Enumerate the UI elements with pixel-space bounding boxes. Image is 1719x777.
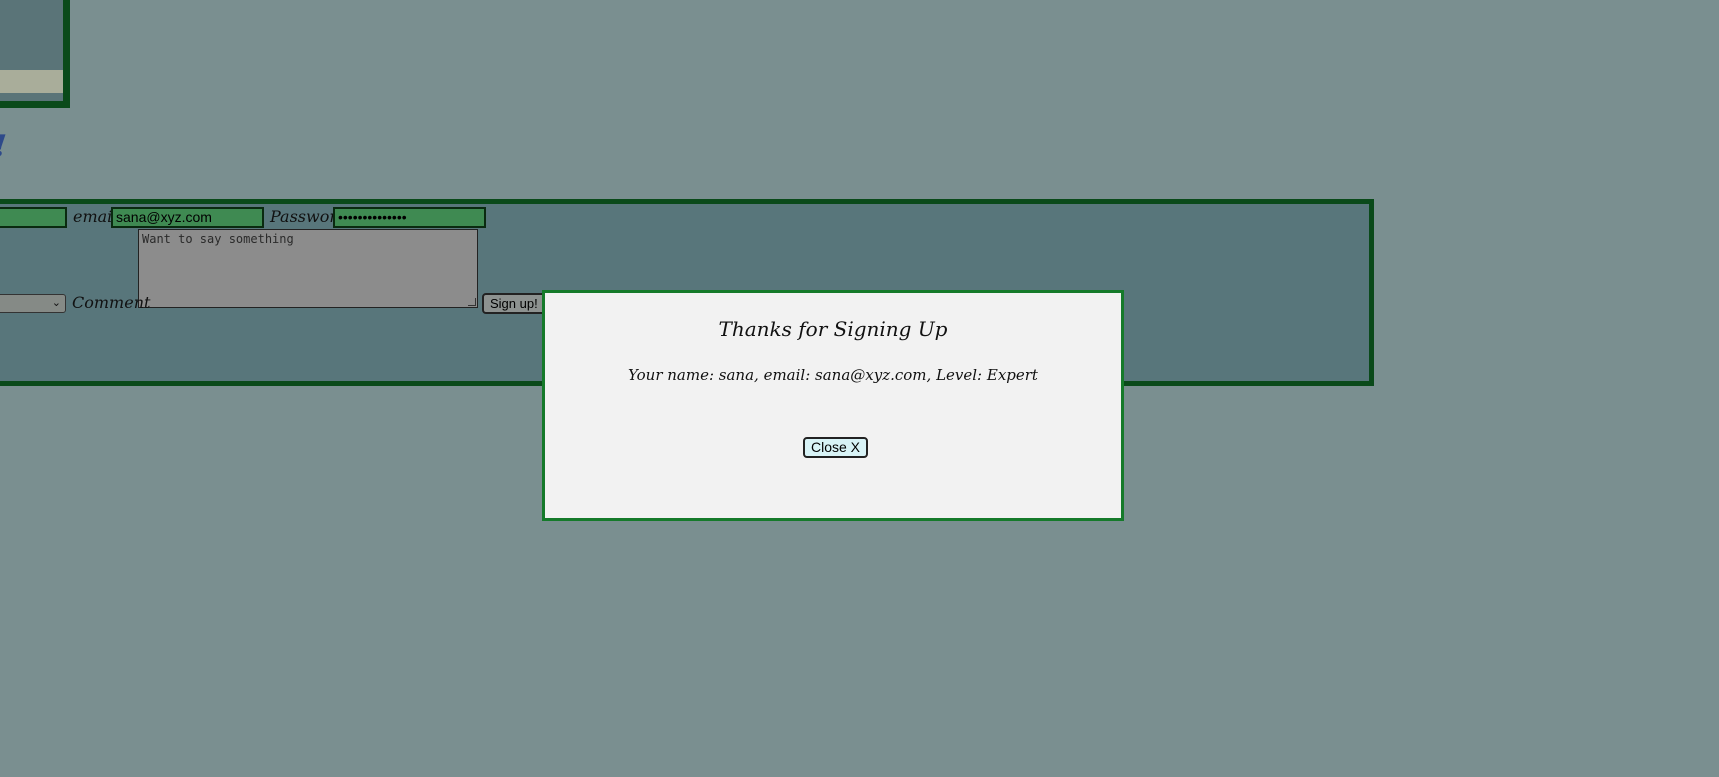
comment-textarea[interactable]: Want to say something	[138, 229, 478, 308]
modal-message: Your name: sana, email: sana@xyz.com, Le…	[628, 366, 1038, 384]
signup-confirmation-modal: Thanks for Signing Up Your name: sana, e…	[542, 290, 1124, 521]
level-select[interactable]: ⌄	[0, 294, 66, 313]
header-image-stripe	[0, 70, 63, 93]
modal-title: Thanks for Signing Up	[718, 317, 948, 341]
page-heading: !	[0, 132, 7, 162]
header-image-frame	[0, 0, 70, 108]
close-button[interactable]: Close X	[803, 437, 869, 458]
chevron-down-icon: ⌄	[51, 296, 61, 309]
email-input[interactable]: sana@xyz.com	[111, 207, 264, 228]
name-input[interactable]	[0, 207, 67, 228]
comment-label: Comment	[72, 293, 151, 312]
comment-placeholder: Want to say something	[142, 232, 294, 246]
password-input[interactable]: ••••••••••••••	[333, 207, 486, 228]
resize-grip-icon[interactable]	[468, 298, 476, 306]
signup-button[interactable]: Sign up!	[482, 293, 546, 314]
